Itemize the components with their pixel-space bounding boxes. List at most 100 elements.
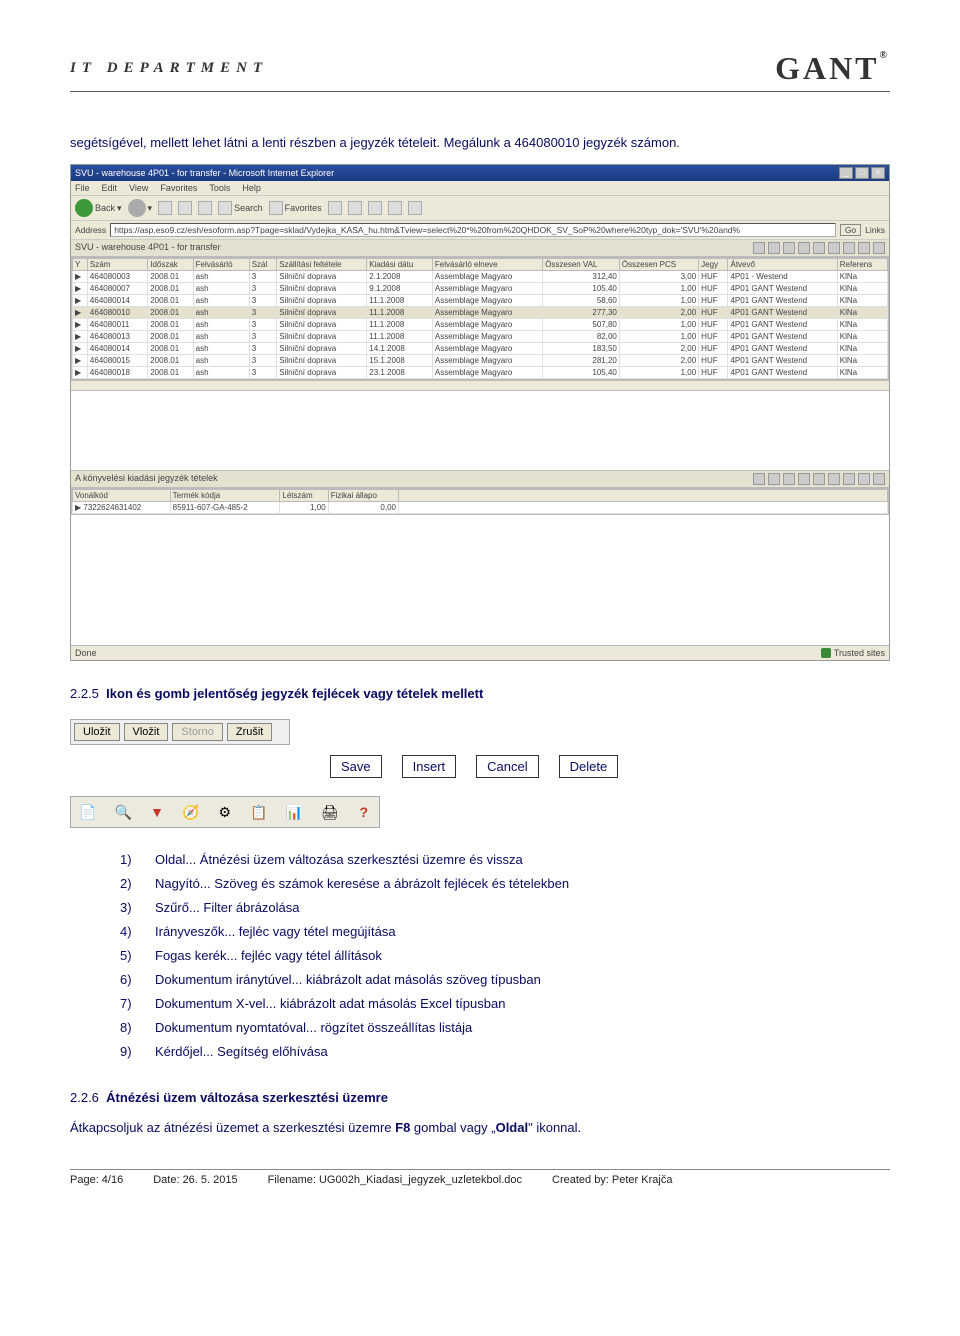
d-zoom-icon[interactable] — [768, 473, 780, 485]
numbered-list: 1)Oldal... Átnézési üzem változása szerk… — [120, 848, 890, 1064]
status-bar: Done Trusted sites — [71, 645, 889, 660]
zrusit-button[interactable]: Zrušit — [227, 723, 273, 741]
shield-icon — [821, 648, 831, 658]
strip-doc-x-icon[interactable]: 📊 — [285, 802, 302, 822]
d-page-icon[interactable] — [753, 473, 765, 485]
detail-section-label: A könyvelési kiadási jegyzék tételek — [71, 470, 889, 488]
list-item: 4)Irányveszők... fejléc vagy tétel megúj… — [120, 920, 890, 944]
doc-compass-icon[interactable] — [828, 242, 840, 254]
links-label[interactable]: Links — [865, 225, 885, 235]
d-doc-print-icon[interactable] — [858, 473, 870, 485]
home-icon[interactable] — [198, 201, 212, 215]
d-gear-icon[interactable] — [813, 473, 825, 485]
table-row[interactable]: ▶4640800102008.01ash3Silniční doprava11.… — [73, 307, 888, 319]
table-row[interactable]: ▶4640800142008.01ash3Silniční doprava14.… — [73, 343, 888, 355]
minimize-button[interactable]: _ — [839, 167, 853, 179]
label-save: Save — [330, 755, 382, 778]
status-trusted: Trusted sites — [834, 648, 885, 658]
menu-tools[interactable]: Tools — [209, 183, 230, 193]
strip-page-icon[interactable]: 📄 — [79, 802, 96, 822]
doc-x-icon[interactable] — [843, 242, 855, 254]
detail-title: A könyvelési kiadási jegyzék tételek — [75, 473, 218, 485]
doc-print-icon[interactable] — [858, 242, 870, 254]
messenger-icon[interactable] — [408, 201, 422, 215]
section-2-2-5: 2.2.5 Ikon és gomb jelentőség jegyzék fe… — [70, 686, 890, 701]
filter-icon[interactable] — [783, 242, 795, 254]
blank-area-2 — [71, 515, 889, 645]
list-item: 3)Szűrő... Filter ábrázolása — [120, 896, 890, 920]
menu-help[interactable]: Help — [242, 183, 261, 193]
refresh-icon[interactable] — [178, 201, 192, 215]
stop-icon[interactable] — [158, 201, 172, 215]
address-input[interactable]: https://asp.eso9.cz/esh/esoform.asp?Tpag… — [110, 223, 836, 237]
menu-view[interactable]: View — [129, 183, 148, 193]
list-item: 7)Dokumentum X-vel... kiábrázolt adat má… — [120, 992, 890, 1016]
cz-button-bar: Uložit Vložit Storno Zrušit — [70, 719, 290, 745]
table-row[interactable]: ▶4640800142008.01ash3Silniční doprava11.… — [73, 295, 888, 307]
vlozit-button[interactable]: Vložit — [124, 723, 169, 741]
label-cancel: Cancel — [476, 755, 538, 778]
menu-favorites[interactable]: Favorites — [160, 183, 197, 193]
table-row[interactable]: ▶4640800182008.01ash3Silniční doprava23.… — [73, 367, 888, 379]
table-row[interactable]: ▶4640800132008.01ash3Silniční doprava11.… — [73, 331, 888, 343]
print-icon[interactable] — [368, 201, 382, 215]
storno-button[interactable]: Storno — [172, 723, 222, 741]
list-item: 1)Oldal... Átnézési üzem változása szerk… — [120, 848, 890, 872]
strip-filter-icon[interactable]: ▼ — [150, 802, 164, 822]
d-doc-compass-icon[interactable] — [828, 473, 840, 485]
close-button[interactable]: × — [871, 167, 885, 179]
d-compass-icon[interactable] — [798, 473, 810, 485]
favorites-button[interactable]: Favorites — [269, 201, 322, 215]
menu-edit[interactable]: Edit — [102, 183, 118, 193]
label-insert: Insert — [402, 755, 457, 778]
d-help-icon[interactable] — [873, 473, 885, 485]
window-title: SVU - warehouse 4P01 - for transfer - Mi… — [75, 168, 334, 178]
address-label: Address — [75, 225, 106, 235]
app-subtitle-bar: SVU - warehouse 4P01 - for transfer — [71, 240, 889, 257]
table-row[interactable]: ▶4640800152008.01ash3Silniční doprava15.… — [73, 355, 888, 367]
zoom-icon[interactable] — [768, 242, 780, 254]
help-icon[interactable] — [873, 242, 885, 254]
table-row[interactable]: ▶ 732262463140285911-607-GA-485-21,000,0… — [73, 502, 888, 514]
header-brand: GANT® — [775, 50, 890, 87]
status-done: Done — [75, 648, 97, 658]
menu-bar: File Edit View Favorites Tools Help — [71, 181, 889, 196]
table-row[interactable]: ▶4640800032008.01ash3Silniční doprava2.1… — [73, 271, 888, 283]
table-row[interactable]: ▶4640800112008.01ash3Silniční doprava11.… — [73, 319, 888, 331]
h-scrollbar[interactable] — [71, 380, 889, 390]
list-item: 2)Nagyító... Szöveg és számok keresése a… — [120, 872, 890, 896]
footer-date: Date: 26. 5. 2015 — [153, 1174, 237, 1186]
strip-doc-print-icon[interactable]: 🖨 — [321, 802, 339, 822]
strip-compass-icon[interactable]: 🧭 — [182, 802, 199, 822]
strip-zoom-icon[interactable]: 🔍 — [114, 802, 131, 822]
search-button[interactable]: Search — [218, 201, 263, 215]
maximize-button[interactable]: □ — [855, 167, 869, 179]
section-2-2-6-body: Átkapcsoljuk az átnézési üzemet a szerke… — [70, 1117, 890, 1139]
back-button[interactable]: Back ▾ — [75, 199, 122, 217]
gear-icon[interactable] — [813, 242, 825, 254]
list-item: 8)Dokumentum nyomtatóval... rögzítet öss… — [120, 1016, 890, 1040]
strip-doc-compass-icon[interactable]: 📋 — [250, 802, 267, 822]
mail-icon[interactable] — [348, 201, 362, 215]
main-grid[interactable]: YSzámIdőszakFelvásárlóSzálSzállítási fel… — [71, 257, 889, 380]
strip-gear-icon[interactable]: ⚙ — [218, 802, 232, 822]
compass-icon[interactable] — [798, 242, 810, 254]
d-filter-icon[interactable] — [783, 473, 795, 485]
menu-file[interactable]: File — [75, 183, 90, 193]
header-department: IT DEPARTMENT — [70, 60, 268, 77]
label-delete: Delete — [559, 755, 619, 778]
forward-button[interactable]: ▾ — [128, 199, 153, 217]
table-row[interactable]: ▶4640800072008.01ash3Silniční doprava9.1… — [73, 283, 888, 295]
page-icon[interactable] — [753, 242, 765, 254]
strip-help-icon[interactable]: ? — [357, 802, 371, 822]
history-icon[interactable] — [328, 201, 342, 215]
detail-grid[interactable]: VonálkódTermék kódjaLétszámFizikai állap… — [71, 488, 889, 515]
list-item: 6)Dokumentum iránytúvel... kiábrázolt ad… — [120, 968, 890, 992]
footer-file: Filename: UG002h_Kiadasi_jegyzek_uzletek… — [268, 1174, 522, 1186]
ulozit-button[interactable]: Uložit — [74, 723, 120, 741]
d-doc-x-icon[interactable] — [843, 473, 855, 485]
go-button[interactable]: Go — [840, 224, 861, 236]
icon-strip: 📄 🔍 ▼ 🧭 ⚙ 📋 📊 🖨 ? — [70, 796, 380, 828]
edit-icon[interactable] — [388, 201, 402, 215]
page-header: IT DEPARTMENT GANT® — [70, 50, 890, 92]
